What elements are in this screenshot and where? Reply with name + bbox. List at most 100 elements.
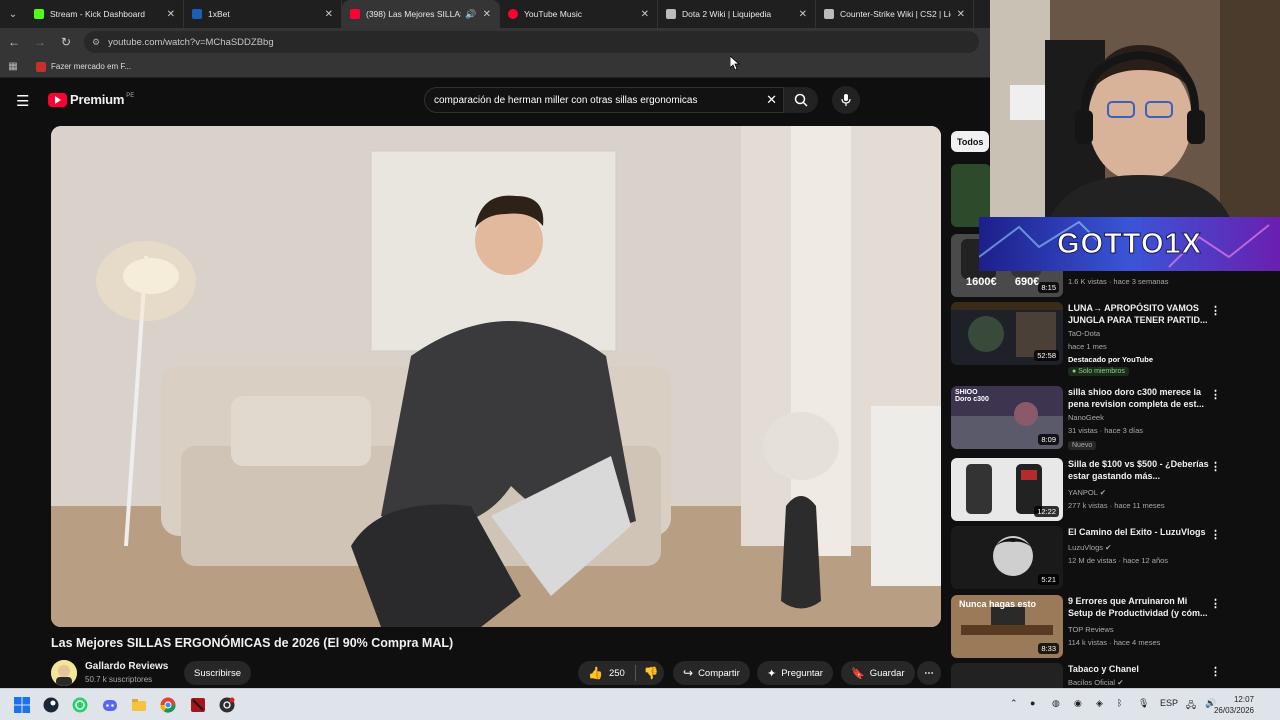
clock[interactable]: 12:07 26/03/2026 [1214, 694, 1254, 716]
tray-chevron-icon[interactable]: ⌃ [1010, 698, 1018, 709]
video-player[interactable] [51, 126, 941, 627]
apps-grid-icon[interactable]: ▦ [0, 61, 26, 72]
video-thumbnail: SHIOO Doro c300 8:09 [951, 386, 1063, 449]
recommended-video[interactable]: 52:58 LUNA→ APROPÓSITO VAMOS JUNGLA PARA… [951, 302, 1271, 376]
country-code: PE [126, 92, 135, 99]
like-button[interactable]: 👍 250 [578, 666, 625, 680]
close-tab-icon[interactable]: ✕ [483, 9, 491, 20]
close-tab-icon[interactable]: ✕ [325, 9, 333, 20]
video-thumbnail: 5:21 [951, 526, 1063, 589]
video-thumbnail [951, 663, 1063, 688]
time: 12:07 [1233, 695, 1254, 704]
tab-youtube-music[interactable]: YouTube Music ✕ [500, 0, 658, 28]
site-info-icon[interactable]: ⚙ [92, 37, 100, 48]
youtube-music-favicon-icon [508, 9, 518, 19]
more-options-icon[interactable]: ⋮ [1210, 304, 1221, 317]
screen: ⌄ Stream - Kick Dashboard ✕ 1xBet ✕ (398… [0, 0, 1280, 720]
close-tab-icon[interactable]: ✕ [799, 9, 807, 20]
bookmark-item[interactable]: Fazer mercado em F... [36, 61, 132, 72]
reload-icon[interactable]: ↻ [54, 30, 78, 54]
more-options-icon[interactable]: ⋮ [1210, 528, 1221, 541]
tab-kick[interactable]: Stream - Kick Dashboard ✕ [26, 0, 184, 28]
more-options-icon[interactable]: ⋮ [1210, 460, 1221, 473]
liquipedia-favicon-icon [666, 9, 676, 19]
search-button[interactable] [784, 87, 818, 113]
more-actions-button[interactable]: ⋯ [917, 661, 941, 685]
close-tab-icon[interactable]: ✕ [167, 9, 175, 20]
recommended-video[interactable]: SHIOO Doro c300 8:09 silla shioo doro c3… [951, 386, 1271, 450]
recommended-video[interactable]: 5:21 El Camino del Exito - LuzuVlogs Luz… [951, 526, 1271, 590]
close-tab-icon[interactable]: ✕ [957, 9, 965, 20]
file-explorer-icon[interactable] [129, 695, 149, 715]
video-thumbnail: 12:22 [951, 458, 1063, 521]
obs-icon[interactable] [217, 695, 237, 715]
verified-icon: ✔ [1117, 678, 1124, 687]
tab-title: 1xBet [208, 9, 230, 19]
share-icon: ↪ [683, 666, 694, 680]
channel-name: NanoGeek [1068, 413, 1104, 422]
whatsapp-icon[interactable] [70, 695, 90, 715]
more-options-icon[interactable]: ⋮ [1210, 388, 1221, 401]
channel-name[interactable]: Gallardo Reviews [85, 661, 168, 672]
tab-title: Dota 2 Wiki | Liquipedia [682, 9, 772, 19]
microphone-tray-icon[interactable]: 🎙 [1138, 698, 1149, 709]
forward-icon[interactable]: → [28, 30, 52, 54]
more-options-icon[interactable]: ⋮ [1210, 597, 1221, 610]
back-icon[interactable]: ← [2, 30, 26, 54]
recommended-video[interactable]: Tabaco y Chanel Bacilos Oficial ✔ ⋮ [951, 663, 1271, 688]
channel-name: TaO-Dota [1068, 329, 1101, 338]
ask-label: Preguntar [781, 667, 823, 679]
channel-avatar[interactable] [51, 660, 77, 686]
recommended-video[interactable]: 12:22 Silla de $100 vs $500 - ¿Deberías … [951, 458, 1271, 522]
ask-button[interactable]: ✦ Preguntar [757, 661, 833, 685]
speaker-icon[interactable]: 🔊 [465, 9, 476, 20]
tray-app-icon[interactable]: ◍ [1052, 698, 1060, 709]
more-options-icon[interactable]: ⋮ [1210, 665, 1221, 678]
video-meta: hace 1 mes [1068, 342, 1107, 351]
windows-start-icon[interactable] [12, 695, 32, 715]
recommended-video[interactable]: Nunca hagas esto 8:33 9 Errores que Arru… [951, 595, 1271, 659]
youtube-logo[interactable]: Premium PE [48, 92, 134, 107]
video-meta: 277 k vistas · hace 11 meses [1068, 501, 1165, 510]
tab-cs-wiki[interactable]: Counter-Strike Wiki | CS2 | Liqu ✕ [816, 0, 974, 28]
close-tab-icon[interactable]: ✕ [641, 9, 649, 20]
bluetooth-icon[interactable]: ᛒ [1117, 698, 1122, 708]
tab-title: Counter-Strike Wiki | CS2 | Liqu [840, 9, 951, 19]
voice-search-button[interactable] [832, 86, 860, 114]
verified-icon: ✔ [1105, 543, 1112, 552]
dota2-icon[interactable] [188, 695, 208, 715]
tab-title: YouTube Music [524, 9, 582, 19]
tray-app-icon[interactable]: ◉ [1074, 698, 1082, 709]
webcam-feed [990, 0, 1280, 218]
channel-name: LuzuVlogs ✔ [1068, 543, 1112, 552]
chrome-icon[interactable] [158, 695, 178, 715]
verified-icon: ✔ [1099, 488, 1106, 497]
network-icon[interactable]: 🖧 [1186, 698, 1196, 714]
discord-icon[interactable] [100, 695, 120, 715]
steam-icon[interactable] [41, 695, 61, 715]
tray-app-icon[interactable]: ● [1030, 698, 1035, 708]
language-indicator[interactable]: ESP [1160, 698, 1178, 708]
tab-youtube-video[interactable]: (398) Las Mejores SILLAS E 🔊 ✕ [342, 0, 500, 28]
subscribe-button[interactable]: Suscribirse [184, 661, 251, 685]
search-query: comparación de herman miller con otras s… [434, 94, 698, 106]
dislike-button[interactable]: 👎 [636, 666, 659, 680]
date: 26/03/2026 [1213, 706, 1254, 715]
tray-app-icon[interactable]: ◈ [1096, 698, 1103, 709]
video-title: Silla de $100 vs $500 - ¿Deberías estar … [1068, 459, 1209, 481]
filter-chip-all[interactable]: Todos [951, 131, 990, 152]
tab-search-icon[interactable]: ⌄ [0, 0, 26, 28]
featured-label: Destacado por YouTube [1068, 355, 1154, 364]
tab-1xbet[interactable]: 1xBet ✕ [184, 0, 342, 28]
search-input[interactable]: comparación de herman miller con otras s… [424, 87, 784, 113]
windows-taskbar: ⌃ ● ◍ ◉ ◈ ᛒ 🎙 ESP 🖧 🔊 12:07 26/03/2026 [0, 688, 1280, 720]
menu-icon[interactable]: ☰ [16, 92, 29, 110]
url-field[interactable]: ⚙ youtube.com/watch?v=MChaSDDZBbg [84, 31, 979, 53]
save-button[interactable]: 🔖 Guardar [841, 661, 915, 685]
clear-search-icon[interactable]: ✕ [766, 92, 777, 108]
tab-dota-wiki[interactable]: Dota 2 Wiki | Liquipedia ✕ [658, 0, 816, 28]
duration-badge: 5:21 [1038, 574, 1059, 585]
bookmark-label: Fazer mercado em F... [51, 62, 132, 71]
share-button[interactable]: ↪ Compartir [673, 661, 750, 685]
tab-title: (398) Las Mejores SILLAS E [366, 9, 461, 19]
